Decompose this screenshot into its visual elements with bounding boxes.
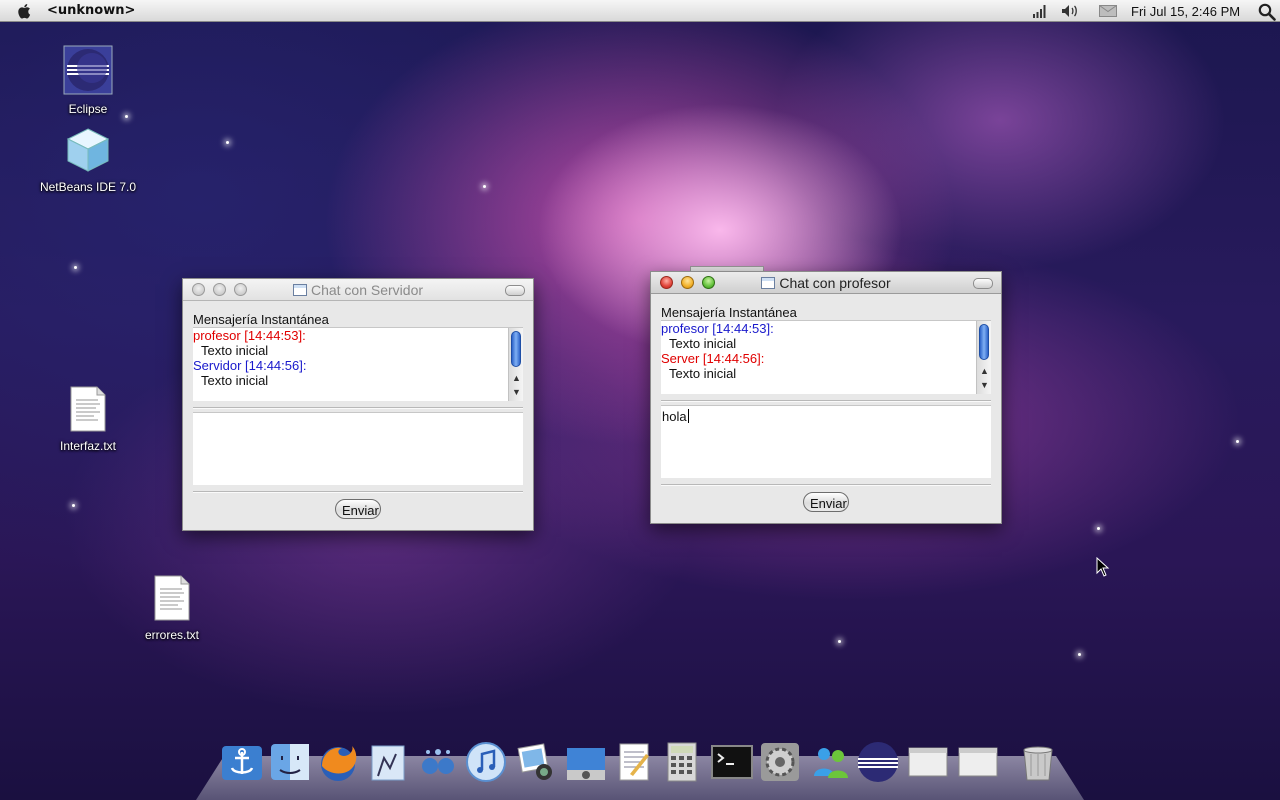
desktop-icon-interfaz-txt[interactable]: Interfaz.txt <box>33 386 143 453</box>
window-titlebar[interactable]: Chat con profesor <box>651 272 1001 294</box>
star <box>74 266 77 269</box>
log-sender: Server [14:44:56]: <box>661 351 765 366</box>
window-title: Chat con profesor <box>651 275 1001 291</box>
toolbar-toggle-button[interactable] <box>973 278 993 289</box>
vertical-scrollbar[interactable]: ▲ ▼ <box>508 328 523 401</box>
desktop-icon-label: Eclipse <box>68 102 108 116</box>
desktop-icon-errores-txt[interactable]: errores.txt <box>117 575 227 642</box>
dock-textedit-icon[interactable] <box>612 740 656 784</box>
log-message: Texto inicial <box>669 336 737 351</box>
star <box>226 141 229 144</box>
dock-window-1-icon[interactable] <box>906 740 950 784</box>
dock-firefox-icon[interactable] <box>316 740 360 784</box>
apple-icon[interactable] <box>16 2 34 20</box>
spotlight-icon[interactable] <box>1258 3 1276 21</box>
section-label: Mensajería Instantánea <box>193 312 329 327</box>
window-title: Chat con Servidor <box>183 282 533 298</box>
desktop-icon-netbeans[interactable]: NetBeans IDE 7.0 <box>33 127 143 194</box>
dock-calculator-icon[interactable] <box>660 740 704 784</box>
star <box>72 504 75 507</box>
message-input[interactable] <box>193 412 523 485</box>
dock-terminal-icon[interactable] <box>710 740 754 784</box>
window-title-text: Chat con Servidor <box>310 282 424 298</box>
scroll-down-arrow-icon[interactable]: ▼ <box>511 386 522 398</box>
send-button[interactable]: Enviar <box>803 492 849 512</box>
menu-clock[interactable]: Fri Jul 15, 2:46 PM <box>1131 4 1240 19</box>
star <box>1078 653 1081 656</box>
message-log[interactable]: profesor [14:44:53]: Texto inicial Serve… <box>661 320 991 394</box>
volume-icon[interactable] <box>1061 4 1079 18</box>
dock-window-2-icon[interactable] <box>956 740 1000 784</box>
window-title-text: Chat con profesor <box>779 275 891 291</box>
text-caret <box>687 409 689 423</box>
dock-system-preferences-icon[interactable] <box>758 740 802 784</box>
log-message: Texto inicial <box>201 343 269 358</box>
star <box>1236 440 1239 443</box>
menu-bar: <unknown> Fri Jul 15, 2:46 PM <box>0 0 1280 22</box>
dock-trash-icon[interactable] <box>1016 740 1060 784</box>
log-sender: profesor [14:44:53]: <box>193 328 306 343</box>
divider <box>661 484 991 486</box>
scroll-up-arrow-icon[interactable]: ▲ <box>979 365 990 377</box>
scroll-down-arrow-icon[interactable]: ▼ <box>979 379 990 391</box>
dock-itunes-icon[interactable] <box>464 740 508 784</box>
chat-window-profesor[interactable]: Chat con profesor Mensajería Instantánea… <box>650 271 1002 524</box>
divider <box>661 400 991 402</box>
desktop-icon-eclipse[interactable]: Eclipse <box>33 45 143 116</box>
dock-image-capture-icon[interactable] <box>564 740 608 784</box>
signal-icon[interactable] <box>1032 4 1048 18</box>
toolbar-toggle-button[interactable] <box>505 285 525 296</box>
scroll-thumb[interactable] <box>511 331 521 367</box>
dock-mail-icon[interactable] <box>366 740 410 784</box>
dock-messenger-icon[interactable] <box>808 740 852 784</box>
scroll-up-arrow-icon[interactable]: ▲ <box>511 372 522 384</box>
window-titlebar[interactable]: Chat con Servidor <box>183 279 533 301</box>
window-doc-icon <box>292 284 307 296</box>
log-message: Texto inicial <box>669 366 737 381</box>
dock-eclipse-icon[interactable] <box>856 740 900 784</box>
message-input-value: hola <box>662 409 687 424</box>
log-sender: Servidor [14:44:56]: <box>193 358 307 373</box>
star <box>838 640 841 643</box>
star <box>483 185 486 188</box>
log-message: Texto inicial <box>201 373 269 388</box>
log-sender: profesor [14:44:53]: <box>661 321 774 336</box>
section-label: Mensajería Instantánea <box>661 305 797 320</box>
mail-icon[interactable] <box>1099 5 1117 17</box>
text-file-icon <box>154 575 190 621</box>
desktop-icon-label: NetBeans IDE 7.0 <box>39 180 137 194</box>
chat-window-servidor[interactable]: Chat con Servidor Mensajería Instantánea… <box>182 278 534 531</box>
message-input[interactable]: hola <box>661 405 991 478</box>
star <box>1097 527 1100 530</box>
window-doc-icon <box>761 277 776 289</box>
dock-dashboard-icon[interactable] <box>416 740 460 784</box>
vertical-scrollbar[interactable]: ▲ ▼ <box>976 321 991 394</box>
dock-anchor-icon[interactable] <box>220 740 264 784</box>
dock-finder-icon[interactable] <box>268 740 312 784</box>
send-button[interactable]: Enviar <box>335 499 381 519</box>
text-file-icon <box>70 386 106 432</box>
netbeans-cube-icon <box>66 128 110 172</box>
message-log[interactable]: profesor [14:44:53]: Texto inicial Servi… <box>193 327 523 401</box>
divider <box>193 407 523 409</box>
scroll-thumb[interactable] <box>979 324 989 360</box>
app-name[interactable]: <unknown> <box>47 3 135 18</box>
eclipse-icon <box>63 45 113 95</box>
dock-iphoto-icon[interactable] <box>514 740 558 784</box>
mouse-cursor-icon <box>1096 557 1110 577</box>
desktop-icon-label: errores.txt <box>144 628 199 642</box>
divider <box>193 491 523 493</box>
desktop-icon-label: Interfaz.txt <box>59 439 117 453</box>
